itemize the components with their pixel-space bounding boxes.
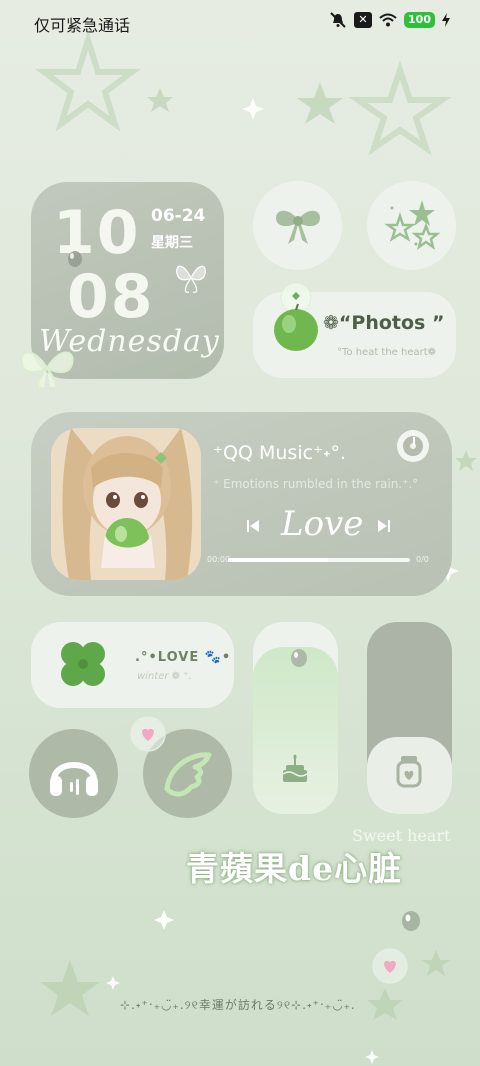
water-drop-icon-3 xyxy=(402,911,420,931)
wifi-icon xyxy=(379,13,397,27)
carrier-text: 仅可紧急通话 xyxy=(34,16,131,35)
mute-icon xyxy=(330,12,346,28)
total-time: 0/0 xyxy=(416,555,429,564)
water-drop-icon xyxy=(68,251,82,267)
bottom-decorative-text: ⊹.˖⁺‧₊◡̈₊.୨୧幸運が訪れる୨୧⊹.˖⁺‧₊◡̈₊. xyxy=(120,998,356,1012)
next-icon xyxy=(378,520,390,532)
current-time: 00:00 xyxy=(207,555,231,564)
progress-fill xyxy=(228,558,329,562)
album-cover[interactable] xyxy=(51,428,201,580)
volume-slider[interactable] xyxy=(367,622,452,814)
clock-weekday-cn: 星期三 xyxy=(151,235,193,251)
previous-icon xyxy=(247,520,259,532)
music-widget[interactable]: ⁺QQ Music⁺˖°. ⁺ Emotions rumbled in the … xyxy=(31,412,452,596)
music-app-icon[interactable] xyxy=(397,430,429,462)
decorative-chinese-text: 青蘋果de心脏 xyxy=(186,849,403,888)
bubble-heart-icon-2 xyxy=(372,948,408,984)
next-track-button[interactable] xyxy=(377,518,391,537)
love-subtitle: winter ❁ ⁺. xyxy=(137,671,192,682)
status-icons: ✕ 100 xyxy=(329,12,450,28)
music-note-icon xyxy=(403,436,423,456)
slider-a-fill xyxy=(253,646,338,814)
progress-bar[interactable] xyxy=(228,558,410,562)
cake-icon xyxy=(282,754,308,782)
music-title: ⁺QQ Music⁺˖°. xyxy=(213,442,347,464)
bow-icon xyxy=(275,210,320,244)
water-drop-icon-2 xyxy=(291,649,307,667)
butterfly-icon xyxy=(176,265,206,293)
previous-track-button[interactable] xyxy=(246,518,260,537)
green-apple-icon xyxy=(274,282,318,351)
bow-shortcut-button[interactable] xyxy=(253,181,342,270)
brightness-slider[interactable] xyxy=(253,622,338,814)
stars-shortcut-button[interactable] xyxy=(367,181,456,270)
music-lyric: ⁺ Emotions rumbled in the rain.⁺.° xyxy=(213,477,419,491)
photos-widget[interactable]: ❁“Photos ” °To heat the heart❁ xyxy=(253,282,456,378)
stars-icon xyxy=(383,199,440,250)
wing-icon xyxy=(164,751,211,796)
love-widget[interactable]: .°•LOVE 🐾• winter ❁ ⁺. xyxy=(31,622,234,708)
jar-heart-icon xyxy=(396,756,422,788)
battery-icon: 100 xyxy=(404,12,435,28)
love-title: .°•LOVE 🐾• xyxy=(135,650,232,665)
clock-minute: 08 xyxy=(67,262,155,332)
butterfly-glow-icon xyxy=(20,351,74,390)
clock-date: 06-24 xyxy=(151,206,206,226)
headphone-shortcut-button[interactable] xyxy=(29,729,118,818)
bubble-heart-icon xyxy=(130,716,166,752)
charging-icon xyxy=(442,13,450,27)
photos-subtitle: °To heat the heart❁ xyxy=(337,347,437,358)
status-bar: 仅可紧急通话 ✕ 100 xyxy=(0,0,480,44)
headphone-icon xyxy=(49,761,98,796)
photos-title: ❁“Photos ” xyxy=(323,312,445,334)
album-art-girl-with-apple xyxy=(51,428,201,580)
sim-x-icon: ✕ xyxy=(354,12,373,28)
love-script-text: Love xyxy=(281,504,364,544)
four-leaf-clover-icon xyxy=(61,642,105,686)
